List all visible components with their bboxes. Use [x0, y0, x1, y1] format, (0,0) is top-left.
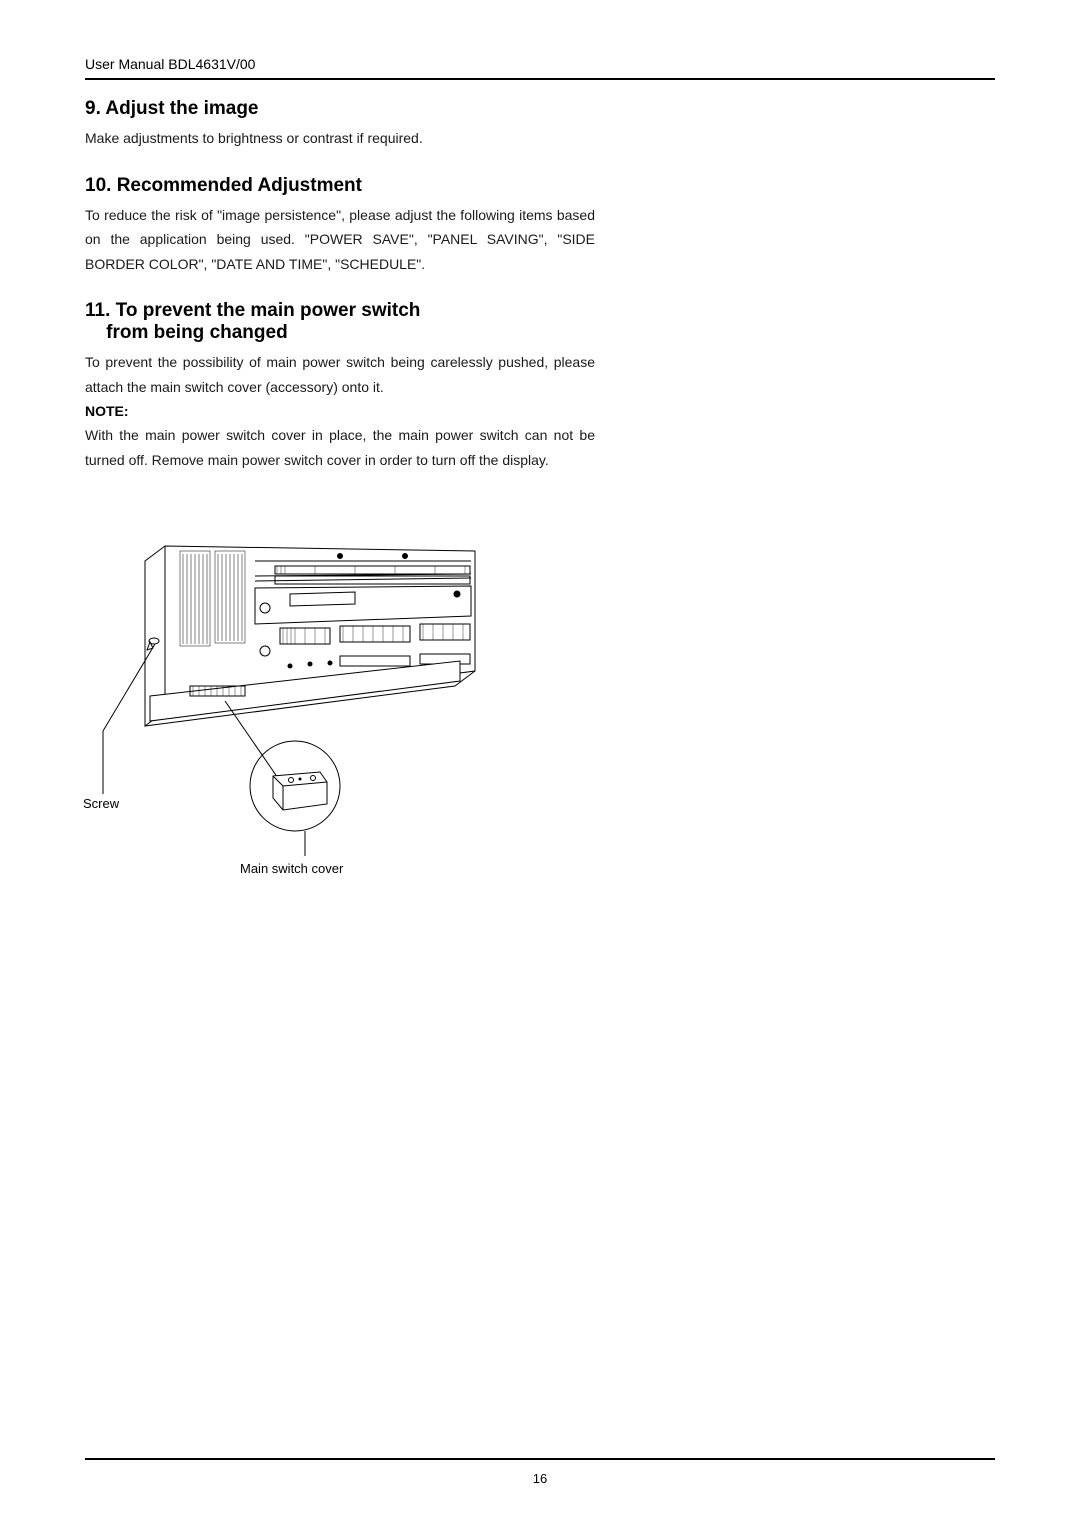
section-11-body1: To prevent the possibility of main power… [85, 350, 595, 399]
header-prefix: User Manual [85, 56, 168, 72]
device-diagram-svg [95, 516, 495, 896]
header-model: BDL4631V/00 [168, 56, 255, 72]
section-9-title: 9. Adjust the image [85, 98, 595, 120]
section-11-title: 11. To prevent the main power switch fro… [85, 300, 595, 344]
section-10-body: To reduce the risk of "image persistence… [85, 203, 595, 277]
main-switch-cover-label: Main switch cover [240, 861, 343, 876]
note-label: NOTE: [85, 403, 595, 419]
page-footer: 16 [85, 1458, 995, 1488]
section-11-body2: With the main power switch cover in plac… [85, 423, 595, 472]
diagram: Screw Main switch cover [95, 516, 495, 896]
page-number: 16 [533, 1471, 547, 1486]
screw-label: Screw [83, 796, 119, 811]
section-11-title-line2: from being changed [106, 322, 288, 343]
section-9-body: Make adjustments to brightness or contra… [85, 126, 595, 151]
page-header: User Manual BDL4631V/00 [85, 56, 995, 80]
section-10-title: 10. Recommended Adjustment [85, 175, 595, 197]
section-11-title-line1: 11. To prevent the main power switch [85, 300, 420, 321]
